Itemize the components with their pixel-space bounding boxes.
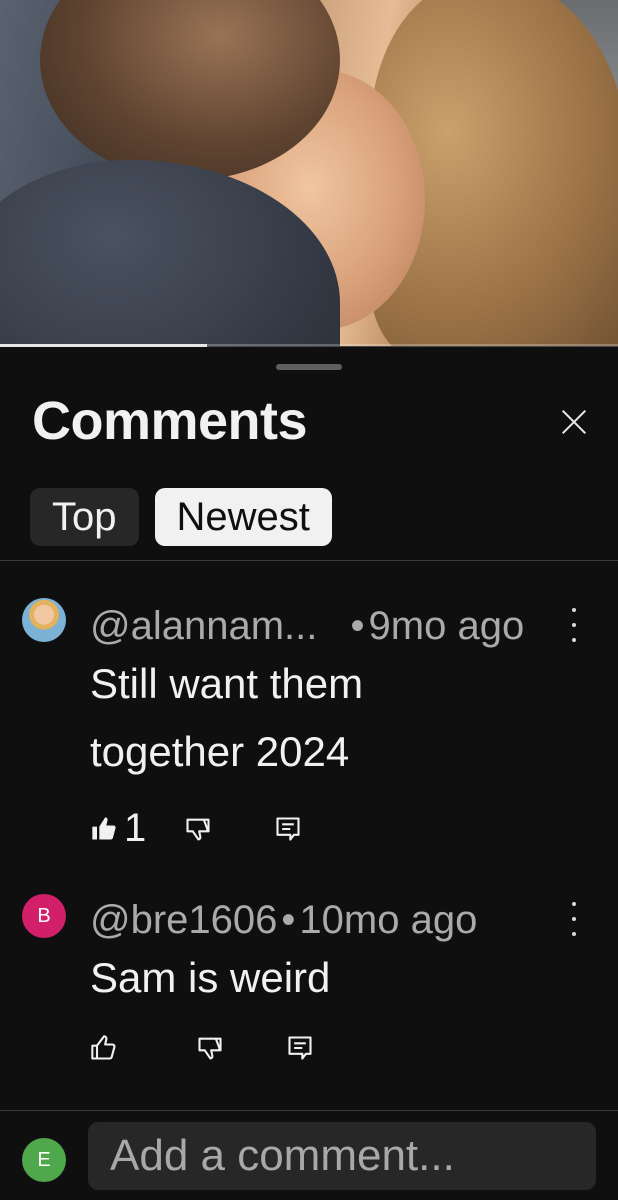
like-button[interactable]: 1 <box>90 806 146 851</box>
user-avatar[interactable]: E <box>22 1138 66 1182</box>
sheet-drag-handle[interactable] <box>276 364 342 370</box>
comment-meta: @bre1606 • 10mo ago <box>90 898 477 943</box>
more-options-icon[interactable] <box>566 608 582 642</box>
like-count: 1 <box>124 806 147 850</box>
comment-text: Still want them together 2024 <box>90 650 363 786</box>
like-button[interactable] <box>90 1034 124 1062</box>
sheet-title: Comments <box>32 391 308 451</box>
thumbs-up-filled-icon <box>92 816 116 839</box>
dislike-button[interactable] <box>196 1034 224 1062</box>
thumbs-down-icon <box>186 818 210 841</box>
divider <box>0 560 618 561</box>
dislike-button[interactable] <box>184 815 212 843</box>
close-icon[interactable] <box>556 404 592 440</box>
thumbs-up-icon <box>91 1035 116 1060</box>
meta-separator: • <box>350 604 365 648</box>
avatar[interactable]: B <box>22 894 66 938</box>
video-player[interactable] <box>0 0 618 346</box>
meta-separator: • <box>281 898 296 942</box>
comment-actions <box>90 1034 314 1062</box>
avatar[interactable] <box>22 598 66 642</box>
comment-meta: @alannam... • 9mo ago <box>90 604 524 649</box>
reply-icon <box>276 816 300 841</box>
tab-top[interactable]: Top <box>30 488 139 546</box>
comment-text-line: together 2024 <box>90 728 350 775</box>
comment-actions: 1 <box>90 806 302 851</box>
tab-newest[interactable]: Newest <box>154 488 332 546</box>
comment-time: 9mo ago <box>368 604 525 648</box>
sort-tabs: Top Newest <box>30 488 332 546</box>
add-comment-input[interactable] <box>88 1122 596 1190</box>
video-progress-bar[interactable] <box>0 344 618 347</box>
comment-author[interactable]: @alannam... <box>90 604 317 648</box>
thumbs-down-icon <box>198 1037 222 1060</box>
comment-text-line: Still want them <box>90 660 364 707</box>
comment-time: 10mo ago <box>299 898 478 942</box>
video-progress-fill <box>0 344 208 347</box>
divider <box>0 1110 618 1111</box>
more-options-icon[interactable] <box>566 902 582 936</box>
comment-text: Sam is weird <box>90 944 330 1012</box>
comment-text-line: Sam is weird <box>90 954 331 1001</box>
comment-author[interactable]: @bre1606 <box>90 898 277 942</box>
reply-icon <box>288 1036 312 1060</box>
reply-button[interactable] <box>286 1034 314 1062</box>
reply-button[interactable] <box>274 815 302 843</box>
